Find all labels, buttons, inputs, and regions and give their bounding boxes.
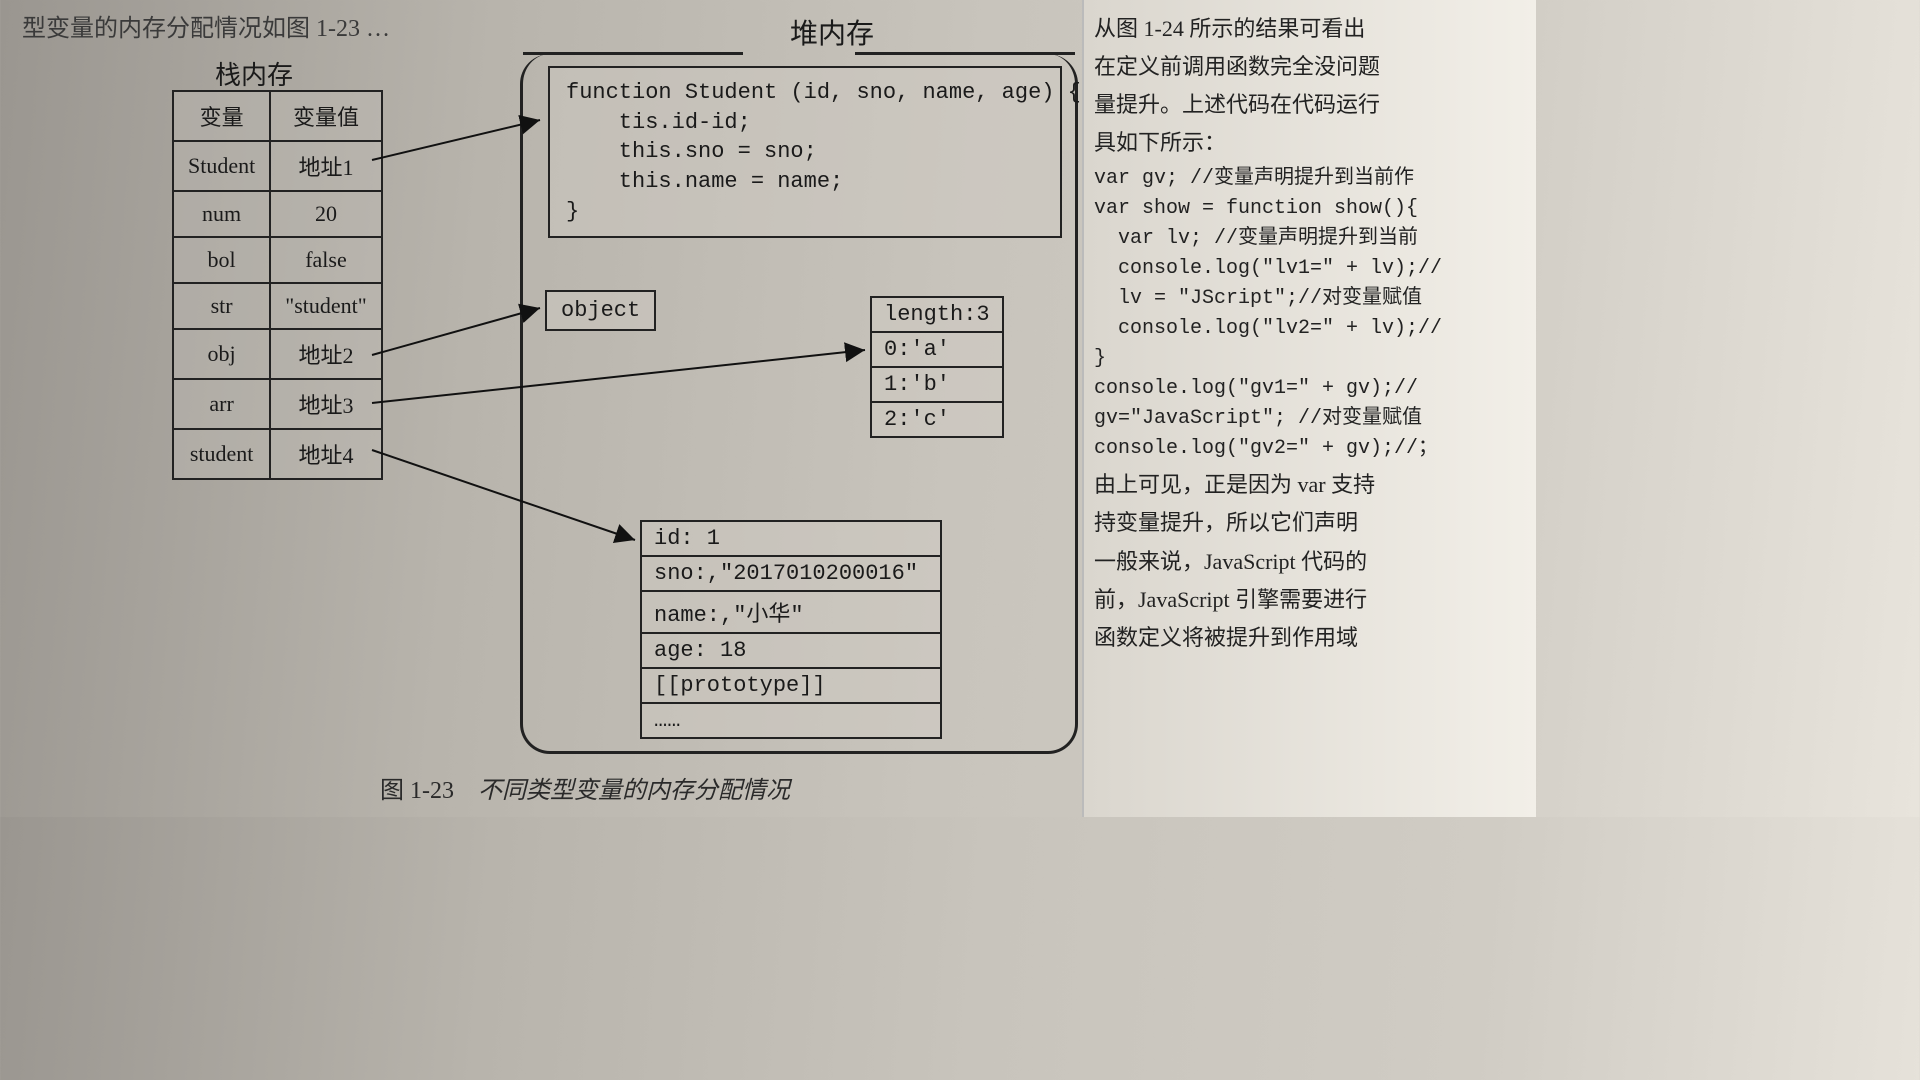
var-value: false [270, 237, 382, 283]
table-row: num20 [173, 191, 382, 237]
function-code-box: function Student (id, sno, name, age) { … [548, 66, 1062, 238]
table-row: …… [641, 703, 941, 738]
right-code: } [1094, 344, 1530, 374]
table-row: arr地址3 [173, 379, 382, 429]
right-code: console.log("lv1=" + lv);// [1094, 254, 1530, 284]
right-code: var gv; //变量声明提升到当前作 [1094, 164, 1530, 194]
arr-cell: 1:'b' [871, 367, 1003, 402]
right-code: console.log("gv2=" + gv);//； [1094, 434, 1530, 464]
right-text: 持变量提升，所以它们声明 [1094, 506, 1530, 540]
table-row: 变量 变量值 [173, 91, 382, 141]
arr-cell: length:3 [871, 297, 1003, 332]
stu-cell: [[prototype]] [641, 668, 941, 703]
var-value: 20 [270, 191, 382, 237]
table-row: bolfalse [173, 237, 382, 283]
table-row: 2:'c' [871, 402, 1003, 437]
var-name: num [173, 191, 270, 237]
table-row: name:,"小华" [641, 591, 941, 633]
var-value: 地址4 [270, 429, 382, 479]
right-code: var lv; //变量声明提升到当前 [1094, 224, 1530, 254]
right-text: 从图 1-24 所示的结果可看出 [1094, 12, 1530, 46]
right-text: 一般来说，JavaScript 代码的 [1094, 545, 1530, 579]
var-value: 地址2 [270, 329, 382, 379]
var-value: 地址3 [270, 379, 382, 429]
var-name: student [173, 429, 270, 479]
arr-cell: 0:'a' [871, 332, 1003, 367]
var-value: "student" [270, 283, 382, 329]
var-name: Student [173, 141, 270, 191]
arr-cell: 2:'c' [871, 402, 1003, 437]
stack-table: 变量 变量值 Student地址1 num20 bolfalse str"stu… [172, 90, 383, 480]
table-row: str"student" [173, 283, 382, 329]
var-value: 地址1 [270, 141, 382, 191]
right-code: var show = function show(){ [1094, 194, 1530, 224]
stu-cell: …… [641, 703, 941, 738]
array-table: length:3 0:'a' 1:'b' 2:'c' [870, 296, 1004, 438]
right-code: gv="JavaScript"; //对变量赋值 [1094, 404, 1530, 434]
stack-title: 栈内存 [215, 55, 293, 92]
stu-cell: age: 18 [641, 633, 941, 668]
right-text: 由上可见，正是因为 var 支持 [1094, 468, 1530, 502]
right-code: console.log("lv2=" + lv);// [1094, 314, 1530, 344]
object-box: object [545, 290, 656, 331]
var-name: obj [173, 329, 270, 379]
right-text: 前，JavaScript 引擎需要进行 [1094, 583, 1530, 617]
table-row: age: 18 [641, 633, 941, 668]
var-name: arr [173, 379, 270, 429]
table-row: length:3 [871, 297, 1003, 332]
var-name: bol [173, 237, 270, 283]
stack-header-val: 变量值 [270, 91, 382, 141]
student-table: id: 1 sno:,"2017010200016" name:,"小华" ag… [640, 520, 942, 739]
table-row: student地址4 [173, 429, 382, 479]
right-text: 函数定义将被提升到作用域 [1094, 621, 1530, 655]
stu-cell: name:,"小华" [641, 591, 941, 633]
right-text: 在定义前调用函数完全没问题 [1094, 50, 1530, 84]
stack-header-var: 变量 [173, 91, 270, 141]
var-name: str [173, 283, 270, 329]
right-text: 量提升。上述代码在代码运行 [1094, 88, 1530, 122]
figure-caption: 图 1-23 不同类型变量的内存分配情况 [380, 770, 790, 805]
figure-number: 图 1-23 [380, 778, 454, 804]
right-code: console.log("gv1=" + gv);// [1094, 374, 1530, 404]
table-row: id: 1 [641, 521, 941, 556]
table-row: obj地址2 [173, 329, 382, 379]
table-row: Student地址1 [173, 141, 382, 191]
stu-cell: sno:,"2017010200016" [641, 556, 941, 591]
right-code: lv = "JScript";//对变量赋值 [1094, 284, 1530, 314]
figure-text: 不同类型变量的内存分配情况 [478, 778, 790, 804]
stu-cell: id: 1 [641, 521, 941, 556]
table-row: 1:'b' [871, 367, 1003, 402]
page-intro-text: 型变量的内存分配情况如图 1-23 … [22, 8, 390, 43]
table-row: sno:,"2017010200016" [641, 556, 941, 591]
right-page-bleed: 从图 1-24 所示的结果可看出 在定义前调用函数完全没问题 量提升。上述代码在… [1082, 0, 1536, 817]
heap-title: 堆内存 [790, 12, 874, 52]
table-row: [[prototype]] [641, 668, 941, 703]
table-row: 0:'a' [871, 332, 1003, 367]
right-text: 具如下所示： [1094, 126, 1530, 160]
